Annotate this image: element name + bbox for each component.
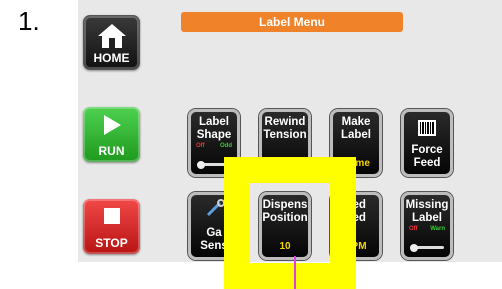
label-shape-knob: [197, 161, 205, 169]
gap-sensor-line1: Ga: [206, 227, 222, 239]
barcode-icon: [418, 120, 436, 136]
missing-label-on-text: Warn: [430, 226, 445, 232]
missing-label-knob: [410, 244, 418, 252]
missing-label-line1: Missing: [405, 199, 449, 211]
rewind-tension-line2: Tension: [263, 129, 307, 141]
home-label: HOME: [93, 51, 130, 65]
rewind-tension-line1: Rewind: [264, 116, 306, 128]
house-icon: [97, 24, 126, 48]
run-button[interactable]: RUN: [83, 107, 140, 162]
home-button[interactable]: HOME: [83, 15, 140, 70]
label-shape-off-text: Off: [196, 143, 205, 149]
force-feed-line2: Feed: [413, 157, 441, 169]
highlight-box: [224, 157, 356, 289]
missing-label-off-text: Off: [409, 226, 418, 232]
play-icon: [103, 115, 121, 135]
stop-button[interactable]: STOP: [83, 199, 140, 254]
stop-icon: [103, 208, 120, 224]
pointer-line: [294, 256, 296, 289]
menu-title: Label Menu: [181, 12, 403, 32]
run-label: RUN: [98, 144, 125, 158]
make-label-line1: Make: [341, 116, 371, 128]
label-shape-on-text: Odd: [220, 143, 232, 149]
stop-label: STOP: [95, 236, 128, 250]
force-feed-line1: Force: [411, 144, 443, 156]
make-label-line2: Label: [340, 129, 372, 141]
step-number: 1.: [18, 6, 40, 36]
label-shape-line1: Label: [198, 116, 230, 128]
force-feed-tile[interactable]: Force Feed: [401, 109, 453, 177]
missing-label-tile[interactable]: Missing Label Off Warn: [401, 192, 453, 260]
